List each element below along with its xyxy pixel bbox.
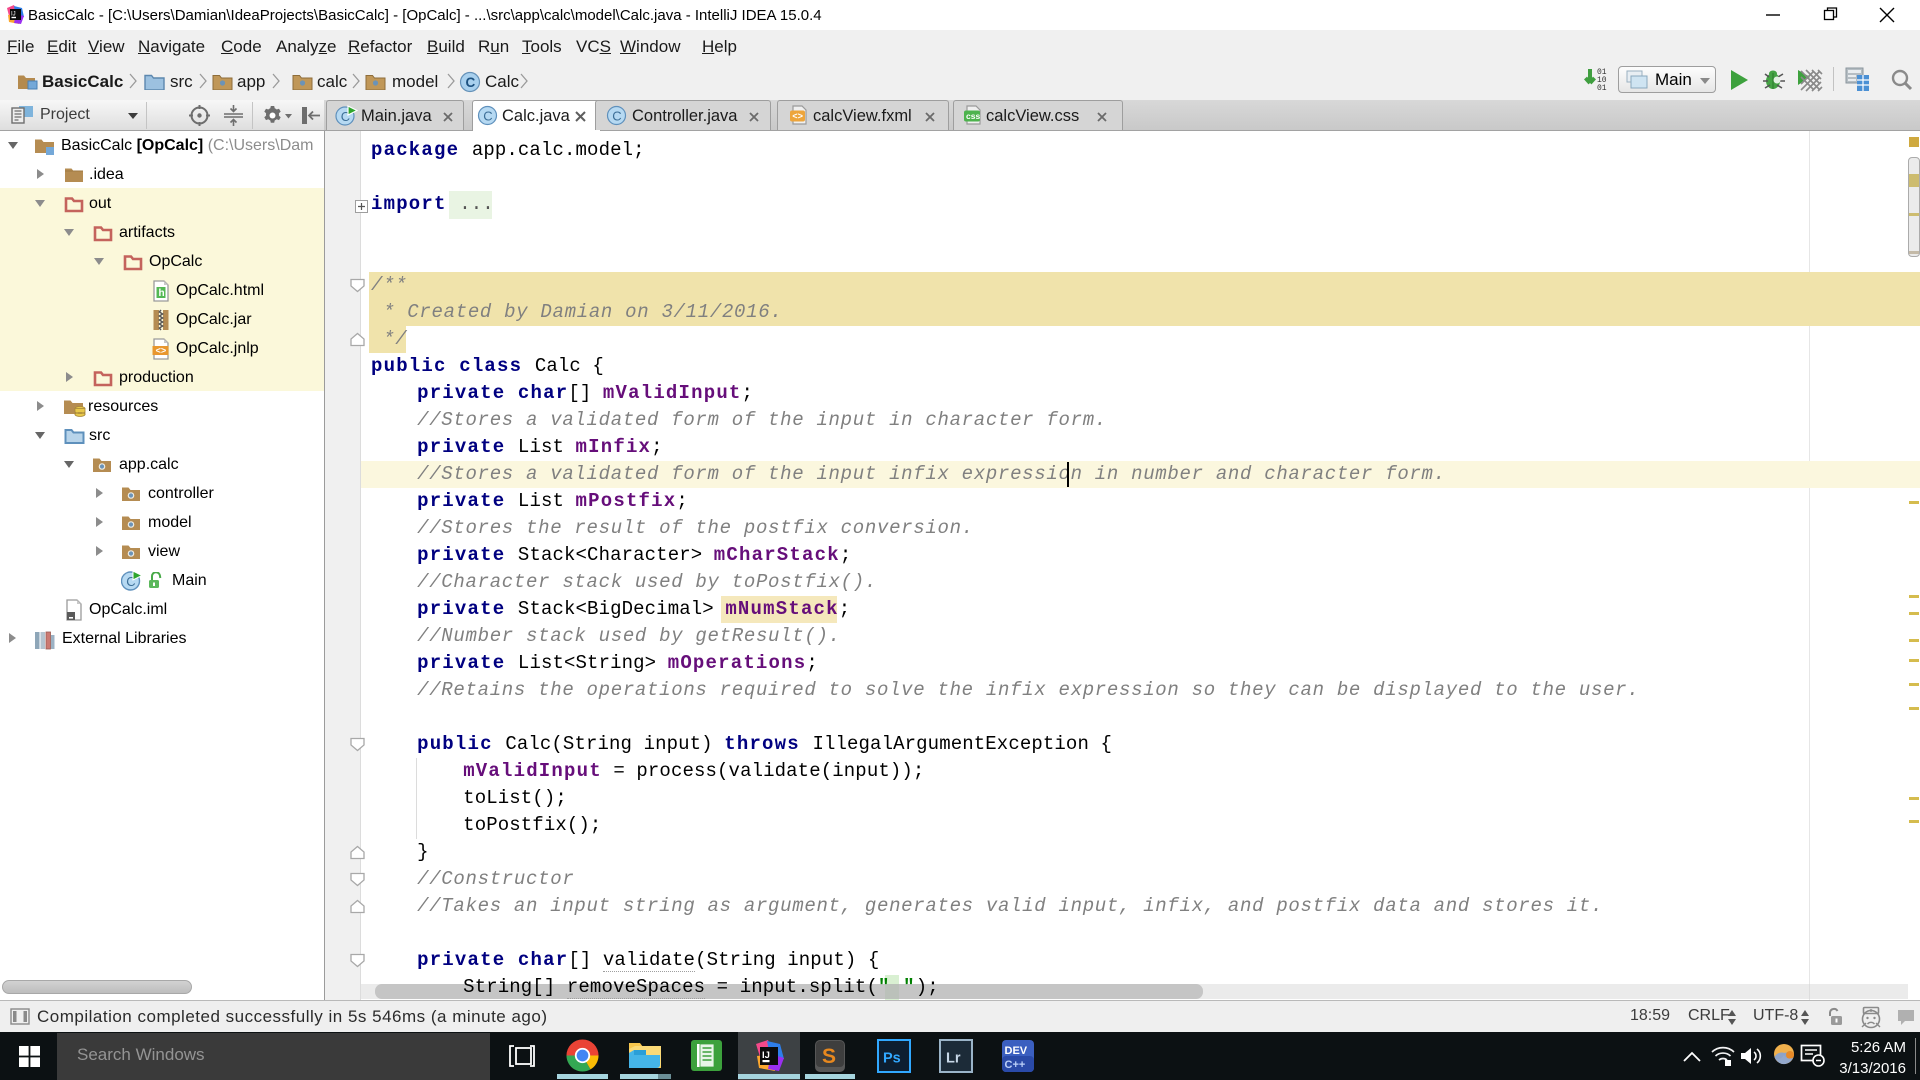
svg-text:C: C xyxy=(483,108,492,123)
svg-text:C: C xyxy=(466,75,476,90)
svg-text:h: h xyxy=(159,288,165,299)
svg-text:Lr: Lr xyxy=(946,1051,961,1067)
svg-text:IJ: IJ xyxy=(11,12,16,18)
svg-text:S: S xyxy=(822,1045,836,1068)
svg-text:01: 01 xyxy=(1597,84,1607,93)
svg-text:DEV: DEV xyxy=(1005,1045,1028,1057)
svg-text:IJ: IJ xyxy=(762,1050,770,1061)
svg-text:css: css xyxy=(966,111,980,121)
svg-text:<>: <> xyxy=(156,347,167,357)
svg-text:C++: C++ xyxy=(1005,1059,1026,1071)
svg-text:<>: <> xyxy=(792,112,803,122)
svg-text:Ps: Ps xyxy=(883,1051,901,1067)
svg-text:C: C xyxy=(612,108,621,123)
